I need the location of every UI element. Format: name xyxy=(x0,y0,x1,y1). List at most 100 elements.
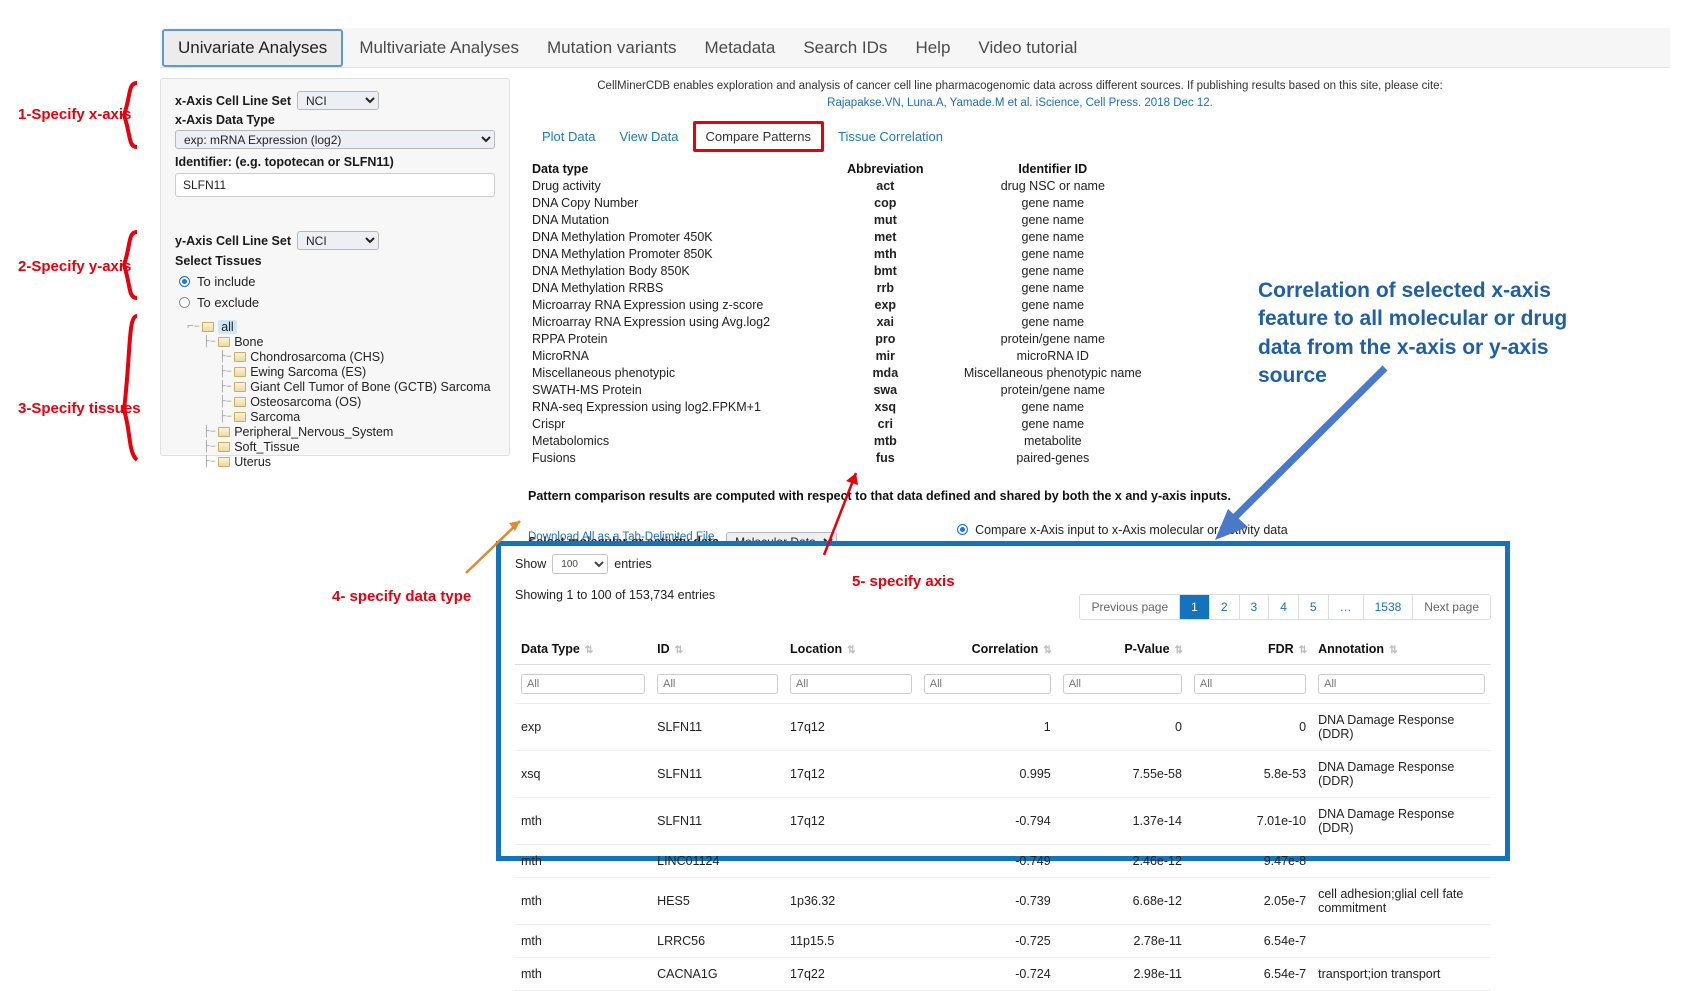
citation-link[interactable]: Rajapakse.VN, Luna.A, Yamade.M et al. iS… xyxy=(827,97,1213,109)
results-cell-id: SLFN11 xyxy=(651,704,784,751)
filter-input-annotation[interactable] xyxy=(1318,674,1485,694)
sort-icon[interactable]: ⇅ xyxy=(675,645,682,656)
tissue-tree-node[interactable]: ├–Bone xyxy=(203,334,495,349)
navbar-tab-metadata[interactable]: Metadata xyxy=(690,28,789,68)
select-tissues-label: Select Tissues xyxy=(175,254,495,268)
tissue-tree-node[interactable]: ├–Osteosarcoma (OS) xyxy=(219,394,495,409)
table-row: xsqSLFN1117q120.9957.55e-585.8e-53DNA Da… xyxy=(515,751,1491,798)
pagination-2[interactable]: 2 xyxy=(1210,595,1240,619)
data-type-cell: Microarray RNA Expression using z-score xyxy=(528,297,833,314)
tissue-tree-node[interactable]: ├–Chondrosarcoma (CHS) xyxy=(219,349,495,364)
radio-to-exclude[interactable]: To exclude xyxy=(179,295,495,310)
data-type-row: DNA Methylation Promoter 450Kmetgene nam… xyxy=(528,229,1168,246)
tissue-tree-node[interactable]: ├–Soft_Tissue xyxy=(203,439,495,454)
results-filter-cell xyxy=(918,665,1057,704)
sort-icon[interactable]: ⇅ xyxy=(1299,645,1306,656)
data-type-cell: protein/gene name xyxy=(938,331,1168,348)
data-type-cell: gene name xyxy=(938,212,1168,229)
tissue-tree-node[interactable]: ├–Giant Cell Tumor of Bone (GCTB) Sarcom… xyxy=(219,379,495,394)
x-axis-cell-line-set-select[interactable]: NCI xyxy=(297,91,379,110)
results-header-fdr[interactable]: FDR⇅ xyxy=(1188,636,1312,665)
results-header-p-value[interactable]: P-Value⇅ xyxy=(1057,636,1188,665)
results-table-filter-row xyxy=(515,665,1491,704)
entries-per-page-select[interactable]: 100 xyxy=(552,554,608,574)
results-header-annotation[interactable]: Annotation⇅ xyxy=(1312,636,1491,665)
results-header-data-type[interactable]: Data Type⇅ xyxy=(515,636,651,665)
tissue-tree-label: Bone xyxy=(234,335,263,349)
tissue-tree[interactable]: ⌐–all├–Bone├–Chondrosarcoma (CHS)├–Ewing… xyxy=(187,319,495,469)
intro-blurb-line1: CellMinerCDB enables exploration and ana… xyxy=(520,78,1520,95)
navbar-tab-multivariate-analyses[interactable]: Multivariate Analyses xyxy=(345,28,533,68)
data-type-row: Drug activityactdrug NSC or name xyxy=(528,178,1168,195)
tissue-tree-label: Sarcoma xyxy=(250,410,300,424)
data-type-header-cell: Data type xyxy=(528,160,833,178)
subtab-plot-data[interactable]: Plot Data xyxy=(532,123,605,150)
axis-option-radio[interactable] xyxy=(957,524,968,535)
tree-branch-icon: ├– xyxy=(219,396,232,408)
sort-icon[interactable]: ⇅ xyxy=(1175,645,1182,656)
results-cell-p-value: 6.68e-12 xyxy=(1057,878,1188,925)
data-type-reference-table: Data typeAbbreviationIdentifier ID Drug … xyxy=(528,160,1168,467)
results-header-correlation[interactable]: Correlation⇅ xyxy=(918,636,1057,665)
results-cell-location xyxy=(784,845,918,878)
tree-branch-icon: ├– xyxy=(219,411,232,423)
tree-branch-icon: ├– xyxy=(219,381,232,393)
filter-input-p-value[interactable] xyxy=(1063,674,1182,694)
tissue-tree-node[interactable]: ├–Ewing Sarcoma (ES) xyxy=(219,364,495,379)
subtab-view-data[interactable]: View Data xyxy=(609,123,688,150)
radio-to-include-button[interactable] xyxy=(179,276,190,287)
navbar-tab-help[interactable]: Help xyxy=(901,28,964,68)
sort-icon[interactable]: ⇅ xyxy=(847,645,854,656)
annotation-step2: 2-Specify y-axis xyxy=(18,258,131,275)
radio-to-include[interactable]: To include xyxy=(179,274,495,289)
annotation-callout: Correlation of selected x-axis feature t… xyxy=(1258,277,1568,390)
data-type-cell: DNA Copy Number xyxy=(528,195,833,212)
axis-option-1[interactable]: Compare x-Axis input to x-Axis molecular… xyxy=(957,523,1288,537)
sort-icon[interactable]: ⇅ xyxy=(1389,645,1396,656)
subtab-compare-patterns[interactable]: Compare Patterns xyxy=(693,121,825,152)
sort-icon[interactable]: ⇅ xyxy=(1043,645,1050,656)
data-type-cell: mth xyxy=(833,246,938,263)
results-header-id[interactable]: ID⇅ xyxy=(651,636,784,665)
radio-to-include-label: To include xyxy=(197,274,256,289)
results-cell-location: 17q12 xyxy=(784,704,918,751)
filter-input-correlation[interactable] xyxy=(924,674,1051,694)
navbar-tab-univariate-analyses[interactable]: Univariate Analyses xyxy=(162,29,343,67)
data-type-cell: mda xyxy=(833,365,938,382)
subtab-tissue-correlation[interactable]: Tissue Correlation xyxy=(828,123,953,150)
pagination-1538[interactable]: 1538 xyxy=(1364,595,1414,619)
y-axis-cell-line-set-select[interactable]: NCI xyxy=(297,231,379,250)
pagination-4[interactable]: 4 xyxy=(1269,595,1299,619)
tree-branch-icon: ├– xyxy=(203,441,216,453)
results-filter-cell xyxy=(1057,665,1188,704)
tissue-tree-node[interactable]: ├– Sarcoma xyxy=(219,409,495,424)
pagination-1[interactable]: 1 xyxy=(1180,595,1210,619)
filter-input-data-type[interactable] xyxy=(521,674,645,694)
sort-icon[interactable]: ⇅ xyxy=(585,645,592,656)
tissue-tree-node[interactable]: ├–Uterus xyxy=(203,454,495,469)
tissue-tree-node[interactable]: ⌐–all xyxy=(187,319,495,334)
results-cell-location: 11p15.5 xyxy=(784,925,918,958)
data-type-cell: Crispr xyxy=(528,416,833,433)
results-cell-id: SLFN11 xyxy=(651,798,784,845)
identifier-input[interactable] xyxy=(175,173,495,197)
tissue-tree-node[interactable]: ├–Peripheral_Nervous_System xyxy=(203,424,495,439)
filter-input-fdr[interactable] xyxy=(1194,674,1306,694)
navbar-tab-search-ids[interactable]: Search IDs xyxy=(789,28,901,68)
intro-blurb: CellMinerCDB enables exploration and ana… xyxy=(520,78,1520,113)
data-type-row: RNA-seq Expression using log2.FPKM+1xsqg… xyxy=(528,399,1168,416)
pagination-3[interactable]: 3 xyxy=(1240,595,1270,619)
results-cell-location: 17q22 xyxy=(784,958,918,991)
x-axis-data-type-select[interactable]: exp: mRNA Expression (log2) xyxy=(175,130,495,149)
pagination-5[interactable]: 5 xyxy=(1299,595,1329,619)
results-header-location[interactable]: Location⇅ xyxy=(784,636,918,665)
navbar-tab-video-tutorial[interactable]: Video tutorial xyxy=(964,28,1091,68)
filter-input-id[interactable] xyxy=(657,674,778,694)
navbar-tab-mutation-variants[interactable]: Mutation variants xyxy=(533,28,690,68)
radio-to-exclude-button[interactable] xyxy=(179,297,190,308)
tree-branch-icon: ├– xyxy=(219,351,232,363)
pagination-previous-page[interactable]: Previous page xyxy=(1080,595,1180,619)
filter-input-location[interactable] xyxy=(790,674,912,694)
pagination-…[interactable]: … xyxy=(1329,595,1364,619)
pagination-next-page[interactable]: Next page xyxy=(1413,595,1490,619)
